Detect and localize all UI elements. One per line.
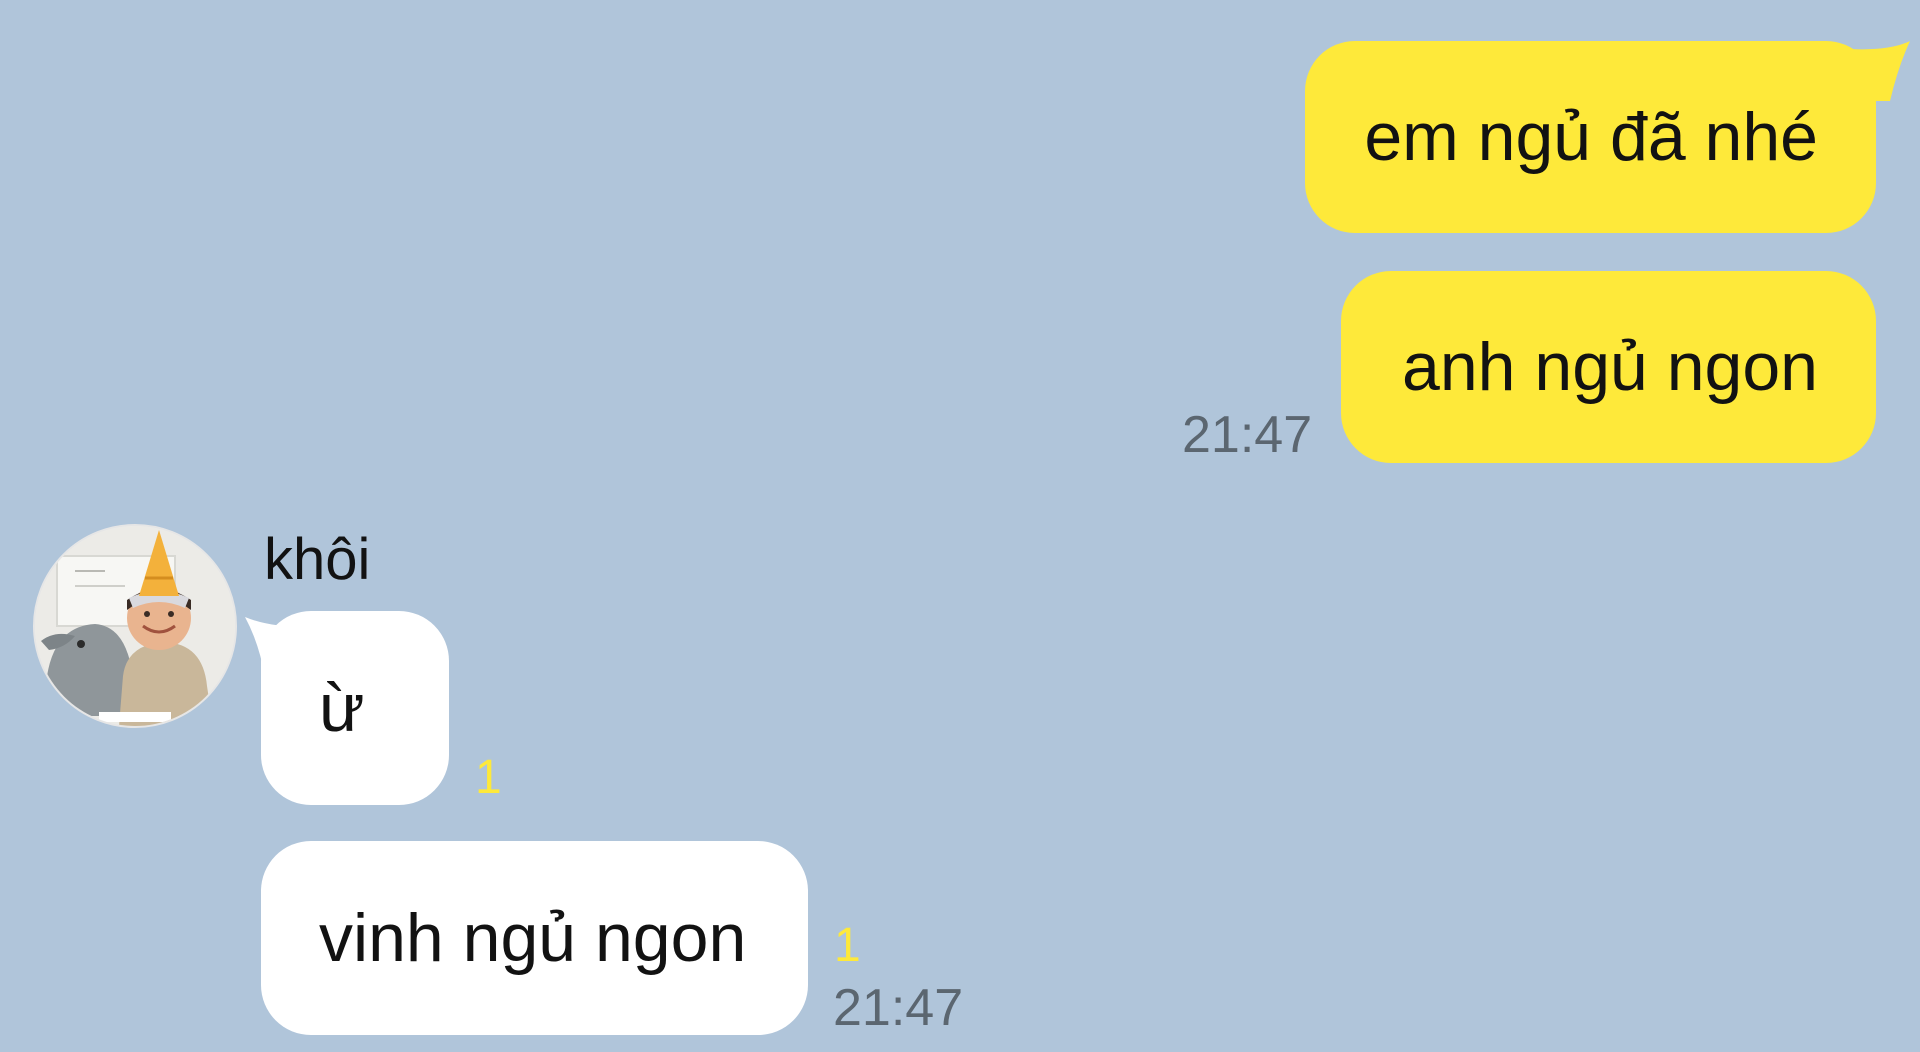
message-text: vinh ngủ ngon <box>319 900 747 976</box>
message-text: ừ <box>319 670 365 746</box>
incoming-message-bubble[interactable]: vinh ngủ ngon <box>261 841 808 1035</box>
sender-avatar[interactable] <box>33 524 237 728</box>
outgoing-message-bubble[interactable]: anh ngủ ngon <box>1341 271 1876 463</box>
chat-message-list[interactable]: em ngủ đã nhé anh ngủ ngon 21:47 khôi ừ … <box>0 0 1920 1052</box>
incoming-message-bubble[interactable]: ừ <box>245 611 449 805</box>
bubble-tail-icon <box>1850 41 1910 101</box>
message-text: anh ngủ ngon <box>1402 329 1818 405</box>
message-text: em ngủ đã nhé <box>1364 99 1818 175</box>
outgoing-message-bubble[interactable]: em ngủ đã nhé <box>1305 41 1910 233</box>
unread-count: 1 <box>834 919 861 972</box>
bubble-tail-icon <box>245 617 305 677</box>
profile-photo-icon <box>35 526 235 726</box>
unread-count: 1 <box>475 751 502 804</box>
message-timestamp: 21:47 <box>833 979 964 1037</box>
sender-name: khôi <box>264 527 371 592</box>
message-timestamp: 21:47 <box>1182 406 1313 464</box>
